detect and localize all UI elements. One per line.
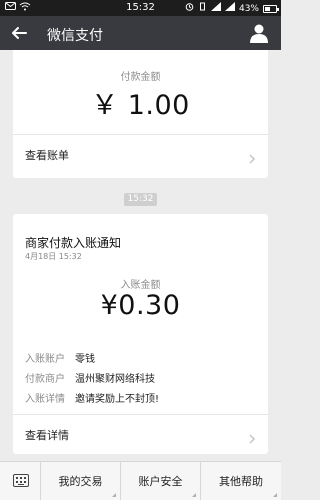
status-bar: 15:32 43% bbox=[0, 0, 281, 16]
amount-label: 付款金额 bbox=[120, 72, 161, 83]
vibrate-icon bbox=[198, 2, 207, 15]
detail-value: 零钱 bbox=[75, 354, 95, 365]
detail-row-info: 入账详情 邀请奖励上不封顶! bbox=[25, 390, 159, 405]
divider bbox=[13, 414, 268, 415]
notice-date: 4月18日 15:32 bbox=[25, 252, 82, 261]
page-title: 微信支付 bbox=[47, 28, 103, 44]
chevron-right-icon bbox=[248, 149, 256, 164]
signal-icon-2 bbox=[224, 2, 235, 15]
menu-account-security[interactable]: 账户安全 bbox=[121, 462, 201, 500]
chevron-right-icon bbox=[248, 429, 256, 444]
detail-value: 邀请奖励上不封顶! bbox=[75, 394, 160, 405]
signal-icon bbox=[210, 2, 221, 15]
nav-bar: 微信支付 bbox=[0, 16, 281, 50]
menu-my-transactions[interactable]: 我的交易 bbox=[41, 462, 121, 500]
view-details-label: 查看详情 bbox=[25, 429, 69, 442]
income-amount-label: 入账金额 bbox=[120, 280, 161, 291]
submenu-indicator-icon bbox=[273, 493, 277, 497]
payment-card: 付款金额 ￥ 1.00 查看账单 bbox=[13, 50, 268, 178]
status-icons-right: 43% bbox=[185, 2, 279, 15]
detail-key: 付款商户 bbox=[25, 374, 65, 385]
income-notice-card: 商家付款入账通知 4月18日 15:32 入账金额 ¥0.30 入账账户 零钱 付… bbox=[13, 214, 268, 454]
battery-percent: 43% bbox=[238, 3, 259, 14]
menu-other-help[interactable]: 其他帮助 bbox=[201, 462, 281, 500]
view-bill-link[interactable]: 查看账单 bbox=[13, 139, 268, 169]
submenu-indicator-icon bbox=[112, 493, 116, 497]
keyboard-icon bbox=[13, 474, 29, 487]
battery-icon bbox=[263, 4, 279, 13]
detail-value: 温州聚财网络科技 bbox=[75, 374, 155, 385]
notice-title: 商家付款入账通知 bbox=[25, 236, 122, 250]
view-bill-label: 查看账单 bbox=[25, 149, 69, 162]
income-amount-value: ¥0.30 bbox=[100, 290, 181, 321]
time-badge: 15:32 bbox=[124, 193, 157, 206]
message-list: 付款金额 ￥ 1.00 查看账单 15:32 商家付款入账通知 4月18日 15… bbox=[0, 50, 281, 461]
menu-label: 其他帮助 bbox=[219, 475, 263, 488]
menu-label: 账户安全 bbox=[138, 475, 183, 488]
amount-value: ￥ 1.00 bbox=[91, 90, 190, 121]
person-icon[interactable] bbox=[250, 23, 268, 43]
keyboard-toggle-button[interactable] bbox=[0, 462, 41, 500]
detail-row-account: 入账账户 零钱 bbox=[25, 350, 95, 365]
view-details-link[interactable]: 查看详情 bbox=[13, 419, 268, 449]
detail-key: 入账账户 bbox=[25, 354, 65, 365]
detail-key: 入账详情 bbox=[25, 394, 65, 405]
menu-label: 我的交易 bbox=[58, 475, 103, 488]
back-arrow-icon[interactable] bbox=[10, 24, 28, 42]
submenu-indicator-icon bbox=[192, 493, 196, 497]
bottom-menu-bar: 我的交易 账户安全 其他帮助 bbox=[0, 461, 281, 500]
alarm-icon bbox=[185, 2, 194, 15]
divider bbox=[13, 134, 268, 135]
detail-row-merchant: 付款商户 温州聚财网络科技 bbox=[25, 370, 155, 385]
